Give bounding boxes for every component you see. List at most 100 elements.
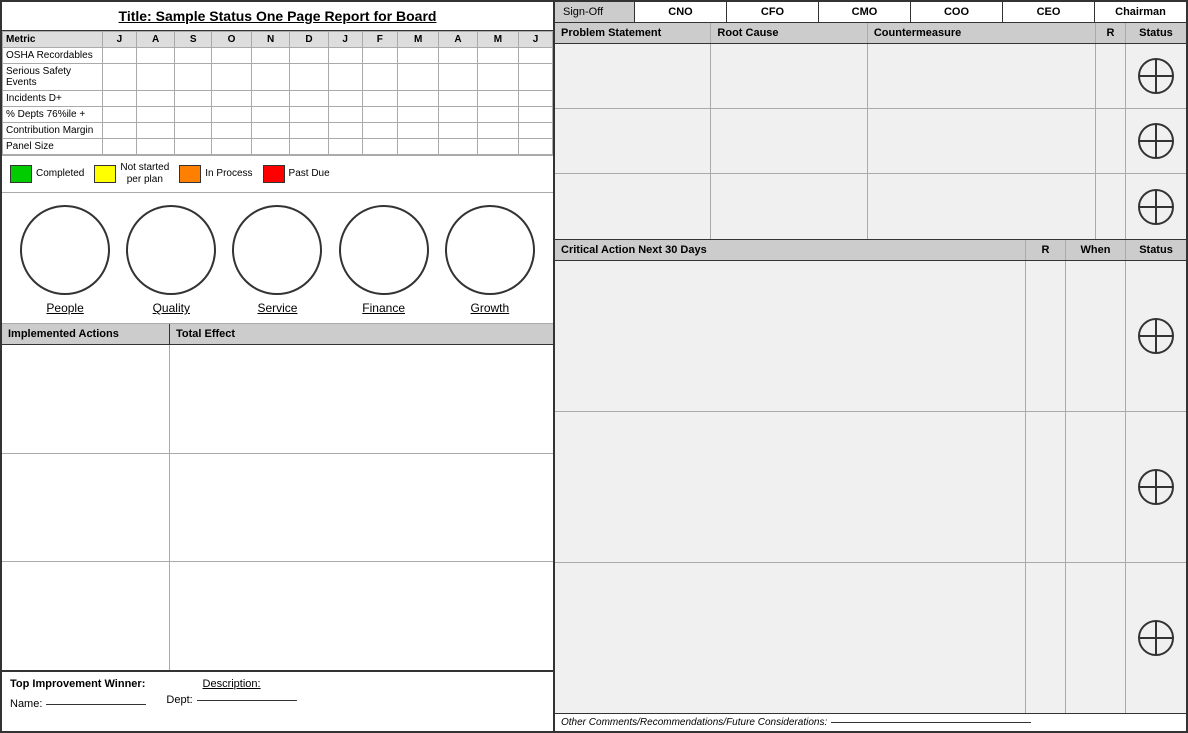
metrics-cell-1-7	[328, 64, 362, 91]
critical-r-3	[1026, 563, 1066, 713]
problem-header-r: R	[1096, 23, 1126, 43]
metrics-cell-4-0: Contribution Margin	[3, 123, 103, 139]
winner-description-label: Description:	[166, 678, 296, 690]
metrics-col-header: N	[251, 32, 289, 48]
legend-past-due: Past Due	[263, 165, 330, 183]
metrics-cell-2-7	[328, 91, 362, 107]
metrics-cell-1-0: Serious Safety Events	[3, 64, 103, 91]
comments-field[interactable]	[831, 722, 1031, 723]
metrics-cell-0-11	[477, 48, 518, 64]
impl-header: Implemented Actions Total Effect	[2, 324, 553, 345]
problem-root-3	[711, 174, 867, 239]
status-cross-icon-2	[1138, 123, 1174, 159]
metrics-cell-4-5	[251, 123, 289, 139]
problem-header-status: Status	[1126, 23, 1186, 43]
metrics-cell-4-7	[328, 123, 362, 139]
metrics-cell-5-10	[439, 139, 477, 155]
circle-growth: Growth	[445, 205, 535, 315]
metrics-cell-5-5	[251, 139, 289, 155]
critical-header-status: Status	[1126, 240, 1186, 260]
metrics-cell-3-9	[397, 107, 438, 123]
critical-r-2	[1026, 412, 1066, 562]
metrics-cell-3-2	[136, 107, 174, 123]
metrics-cell-2-0: Incidents D+	[3, 91, 103, 107]
critical-action-1	[555, 261, 1026, 411]
metrics-col-header: J	[328, 32, 362, 48]
legend-color-past-due	[263, 165, 285, 183]
metrics-cell-1-1	[103, 64, 137, 91]
metrics-cell-2-9	[397, 91, 438, 107]
circle-shape-finance	[339, 205, 429, 295]
critical-status-3	[1126, 563, 1186, 713]
impl-header-actions: Implemented Actions	[2, 324, 170, 344]
metrics-cell-5-0: Panel Size	[3, 139, 103, 155]
metrics-cell-0-2	[136, 48, 174, 64]
metrics-cell-1-8	[362, 64, 397, 91]
metrics-cell-1-2	[136, 64, 174, 91]
metrics-col-header: A	[439, 32, 477, 48]
metrics-cell-5-4	[212, 139, 252, 155]
metrics-cell-4-2	[136, 123, 174, 139]
legend-not-started: Not startedper plan	[94, 162, 169, 186]
critical-when-1	[1066, 261, 1126, 411]
winner-label: Top Improvement Winner:	[10, 678, 146, 690]
critical-when-2	[1066, 412, 1126, 562]
circle-finance: Finance	[339, 205, 429, 315]
metrics-col-header: S	[175, 32, 212, 48]
signoff-coo: COO	[911, 2, 1003, 22]
metrics-cell-0-1	[103, 48, 137, 64]
problem-header: Problem Statement Root Cause Countermeas…	[555, 23, 1186, 44]
metrics-cell-5-3	[175, 139, 212, 155]
metrics-cell-2-1	[103, 91, 137, 107]
winner-name-field[interactable]	[46, 704, 146, 705]
metrics-cell-5-12	[519, 139, 553, 155]
problem-statement-1	[555, 44, 711, 108]
metrics-cell-5-7	[328, 139, 362, 155]
circle-shape-people	[20, 205, 110, 295]
winner-dept-label: Dept:	[166, 694, 192, 706]
circle-label-people: People	[46, 301, 83, 315]
circle-service: Service	[232, 205, 322, 315]
metrics-cell-4-12	[519, 123, 553, 139]
winner-name-line: Name:	[10, 698, 146, 710]
metrics-cell-0-3	[175, 48, 212, 64]
winner-dept-line: Dept:	[166, 694, 296, 706]
metrics-cell-1-6	[290, 64, 328, 91]
metrics-cell-3-8	[362, 107, 397, 123]
problem-statement-2	[555, 109, 711, 173]
critical-action-2	[555, 412, 1026, 562]
problem-table-section: Problem Statement Root Cause Countermeas…	[555, 23, 1186, 240]
metrics-cell-2-8	[362, 91, 397, 107]
metrics-cell-2-5	[251, 91, 289, 107]
metrics-cell-3-5	[251, 107, 289, 123]
legend-bar: Completed Not startedper plan In Process…	[2, 155, 553, 193]
circle-label-service: Service	[257, 301, 297, 315]
metrics-cell-2-6	[290, 91, 328, 107]
critical-row-3	[555, 563, 1186, 713]
metrics-cell-3-11	[477, 107, 518, 123]
winner-dept-field[interactable]	[197, 700, 297, 701]
circles-section: People Quality Service Finance Growth	[2, 193, 553, 324]
metrics-cell-4-4	[212, 123, 252, 139]
critical-header-r: R	[1026, 240, 1066, 260]
metrics-cell-0-7	[328, 48, 362, 64]
signoff-cmo: CMO	[819, 2, 911, 22]
circle-label-growth: Growth	[471, 301, 510, 315]
critical-header-when: When	[1066, 240, 1126, 260]
signoff-label: Sign-Off	[555, 2, 635, 22]
table-row: Serious Safety Events	[3, 64, 553, 91]
legend-color-not-started	[94, 165, 116, 183]
metrics-cell-3-1	[103, 107, 137, 123]
comments-label: Other Comments/Recommendations/Future Co…	[561, 717, 827, 728]
critical-action-section: Critical Action Next 30 Days R When Stat…	[555, 240, 1186, 731]
metrics-cell-0-5	[251, 48, 289, 64]
metrics-cell-0-12	[519, 48, 553, 64]
impl-header-effect: Total Effect	[170, 324, 241, 344]
legend-label-past-due: Past Due	[289, 168, 330, 180]
metrics-cell-1-3	[175, 64, 212, 91]
metrics-cell-1-5	[251, 64, 289, 91]
comments-bar: Other Comments/Recommendations/Future Co…	[555, 713, 1186, 731]
legend-completed: Completed	[10, 165, 84, 183]
metrics-cell-2-12	[519, 91, 553, 107]
impl-row-3	[2, 562, 553, 670]
